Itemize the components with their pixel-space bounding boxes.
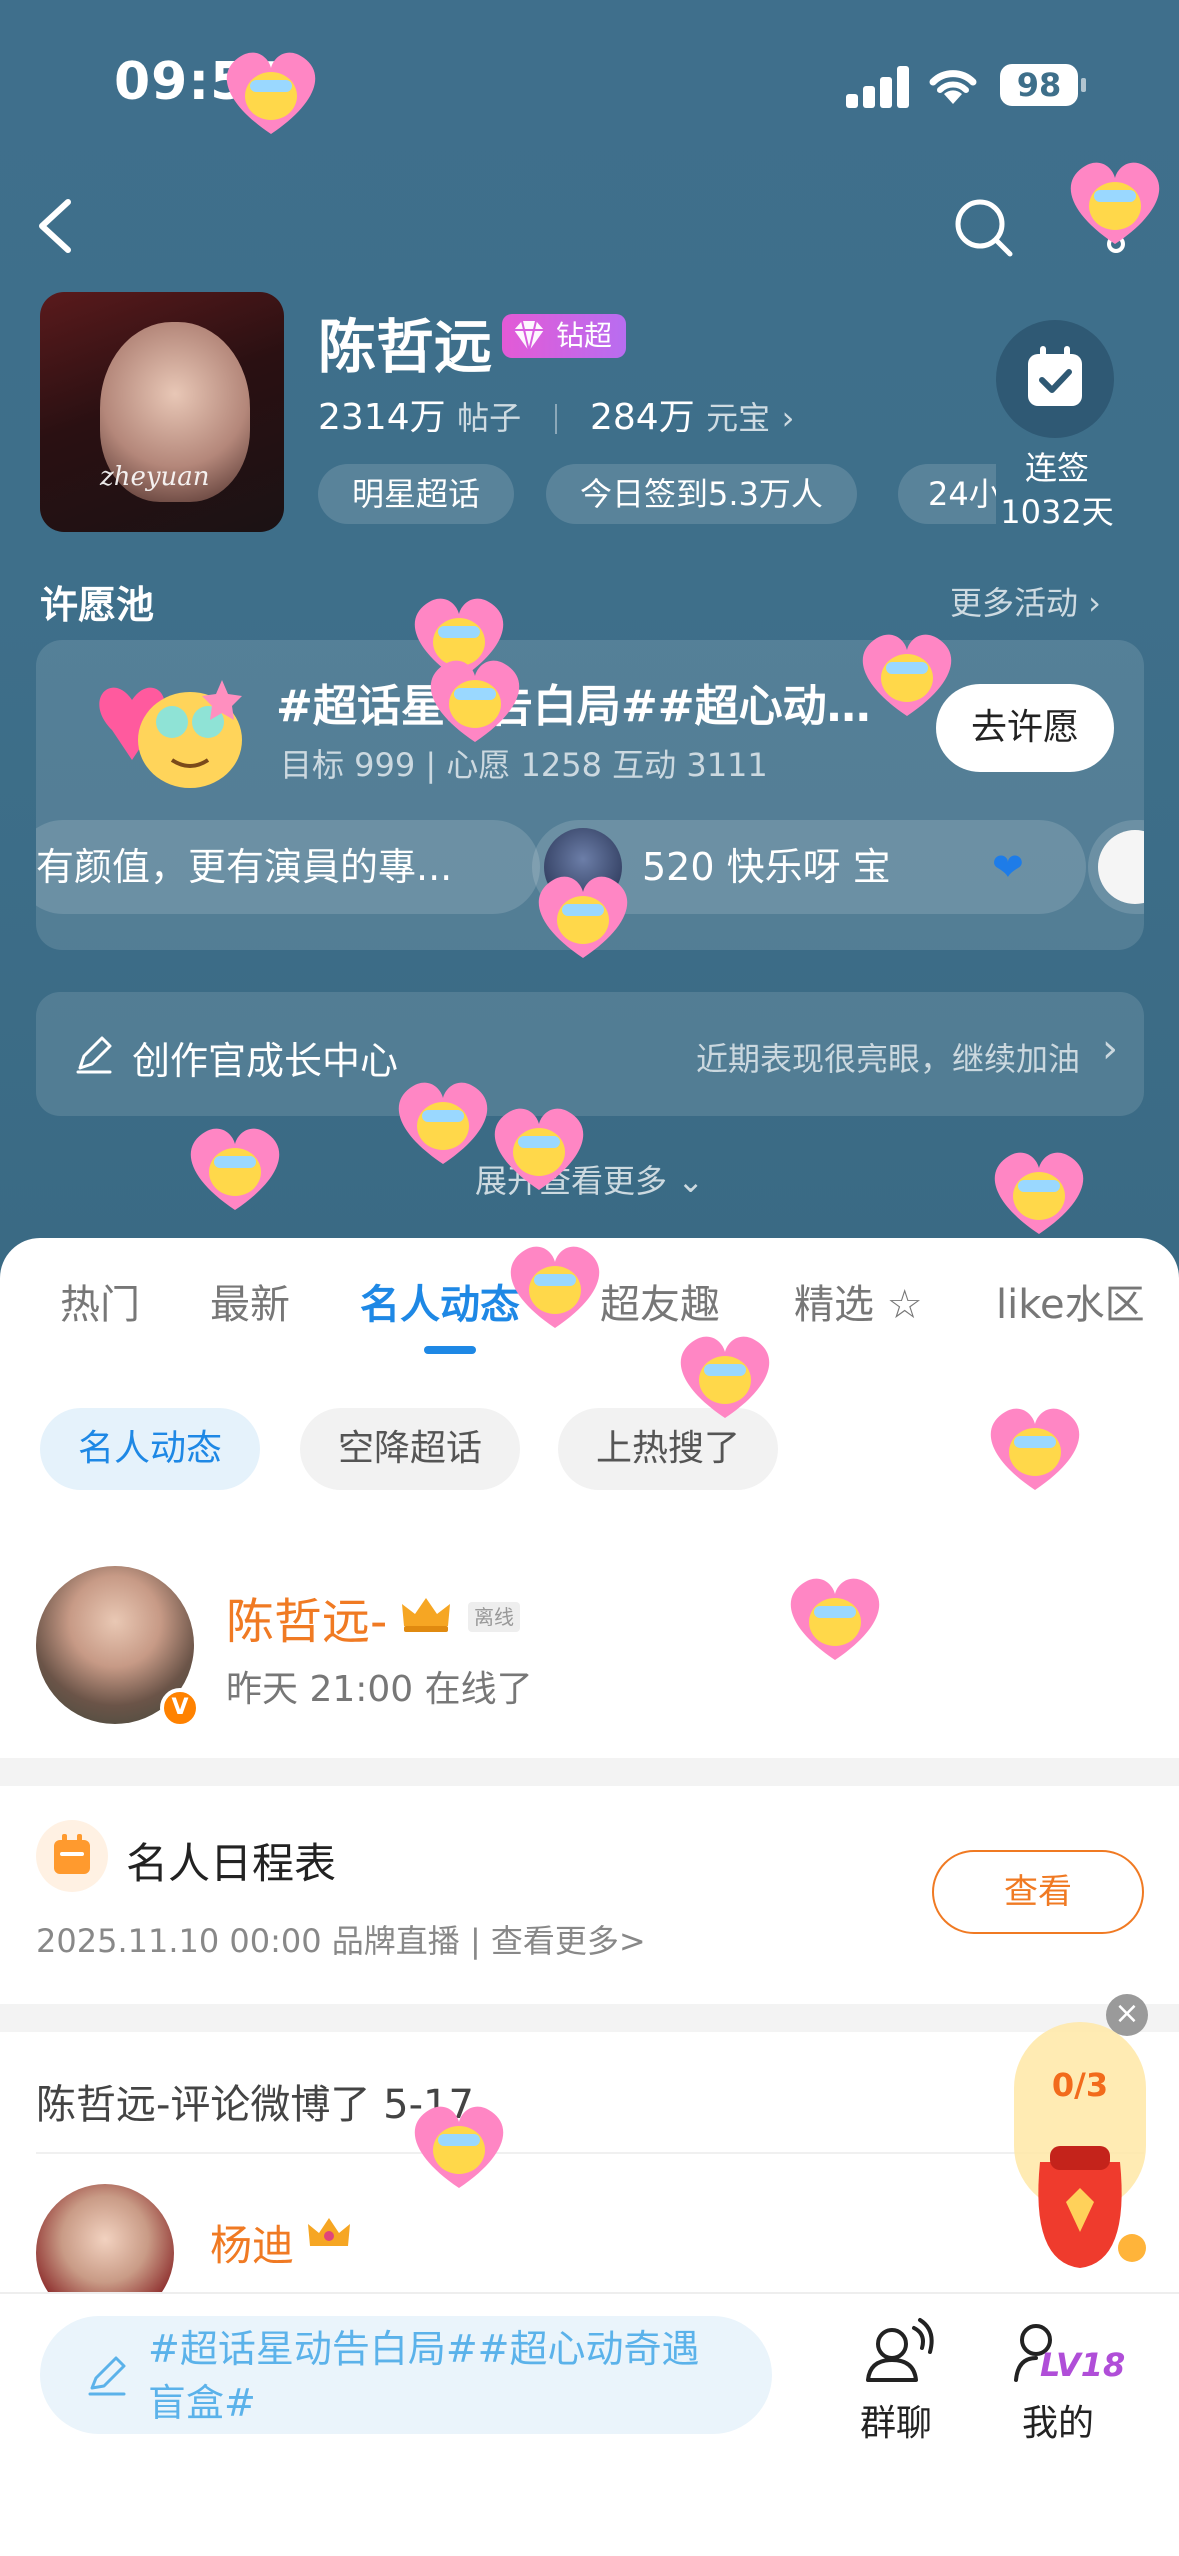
wish-topic-title[interactable]: #超话星动告白局##超心动…	[276, 670, 936, 734]
tab-hot[interactable]: 热门	[60, 1272, 140, 1330]
checkin-button[interactable]	[996, 320, 1114, 438]
calendar-check-icon	[1028, 346, 1082, 406]
wish-bubble-text: 520 快乐呀 宝	[642, 845, 891, 889]
heart-sticker-icon	[226, 52, 316, 134]
growth-center-label: 创作官成长中心	[132, 1039, 399, 1083]
gift-progress: 0/3	[1051, 2066, 1109, 2104]
divider-line	[36, 2152, 1144, 2154]
heart-sticker-icon	[990, 1408, 1080, 1490]
compose-placeholder: #超话星动告白局##超心动奇遇盲盒#	[148, 2327, 700, 2425]
verified-badge: V	[160, 1688, 200, 1728]
wish-bubble[interactable]	[1088, 820, 1144, 914]
comment-user-name[interactable]: 杨迪	[210, 2212, 294, 2273]
heart-sticker-icon	[1070, 162, 1160, 244]
filter-airdrop[interactable]: 空降超话	[300, 1408, 521, 1490]
diamond-badge[interactable]: 钻超	[502, 314, 627, 358]
checkin-label-line1: 连签	[1024, 449, 1089, 487]
heart-sticker-icon	[994, 1152, 1084, 1234]
blue-heart-icon: ❤	[992, 845, 1024, 889]
tab-super-fun[interactable]: 超友趣	[600, 1272, 720, 1330]
tab-selected[interactable]: 精选 ☆	[794, 1272, 923, 1330]
wish-bubble[interactable]: 有颜值，更有演員的專...	[36, 820, 540, 914]
tab-like-water[interactable]: like水区	[996, 1272, 1145, 1330]
compose-icon	[88, 2356, 126, 2396]
heart-sticker-icon	[414, 2106, 504, 2188]
signal-icon	[846, 66, 910, 108]
heart-sticker-icon	[190, 1128, 280, 1210]
tab-latest[interactable]: 最新	[210, 1272, 290, 1330]
chevron-right-icon: ›	[1102, 1026, 1118, 1072]
schedule-icon	[36, 1820, 108, 1892]
lucky-bag-icon[interactable]	[1010, 2022, 1160, 2282]
mine-label[interactable]: 我的	[998, 2394, 1118, 2446]
diamond-badge-label: 钻超	[556, 319, 613, 352]
supertopic-cover[interactable]: zheyuan	[40, 292, 284, 532]
chip-24h[interactable]: 24小	[898, 464, 996, 524]
chevron-right-icon: ›	[781, 399, 795, 437]
heart-sticker-icon	[430, 660, 520, 742]
posts-count: 2314万	[318, 397, 446, 438]
yuanbao-unit[interactable]: 元宝	[706, 399, 770, 437]
offline-badge: 离线	[468, 1602, 520, 1632]
pen-icon	[76, 1036, 112, 1074]
diamond-icon	[514, 320, 544, 352]
group-chat-label[interactable]: 群聊	[836, 2394, 956, 2446]
schedule-title: 名人日程表	[126, 1839, 337, 1888]
search-icon[interactable]	[952, 196, 1016, 260]
supertopic-name: 陈哲远	[318, 313, 493, 381]
wish-bubble-avatar	[1098, 830, 1144, 904]
heart-sticker-icon	[494, 1108, 584, 1190]
tab-selected-label: 精选	[794, 1282, 874, 1328]
checkin-streak: 1032天	[1000, 493, 1114, 531]
make-wish-button[interactable]: 去许愿	[936, 684, 1114, 772]
cover-signature: zheyuan	[100, 462, 210, 492]
chip-checkin-count[interactable]: 今日签到5.3万人	[546, 464, 857, 524]
heart-sticker-icon	[510, 1246, 600, 1328]
mascot-heart-icon	[99, 680, 242, 788]
battery-indicator: 98	[1000, 64, 1086, 106]
celebrity-name[interactable]: 陈哲远-	[226, 1582, 387, 1652]
heart-sticker-icon	[538, 876, 628, 958]
section-divider	[0, 2004, 1179, 2032]
more-activities-link[interactable]: 更多活动 ›	[950, 578, 1101, 624]
heart-sticker-icon	[790, 1578, 880, 1660]
back-icon[interactable]	[34, 196, 74, 256]
compose-input[interactable]: #超话星动告白局##超心动奇遇盲盒#	[40, 2316, 772, 2434]
group-chat-icon[interactable]	[856, 2314, 938, 2396]
checkin-label[interactable]: 连签 1032天	[996, 446, 1118, 534]
online-time: 昨天 21:00 在线了	[226, 1669, 533, 1710]
heart-sticker-icon	[862, 634, 952, 716]
view-schedule-button[interactable]: 查看	[932, 1850, 1144, 1934]
wifi-icon	[929, 70, 977, 104]
crown-icon	[308, 2218, 350, 2246]
chevron-down-icon: ⌄	[677, 1162, 704, 1200]
filter-celebrity-updates[interactable]: 名人动态	[40, 1408, 261, 1490]
supertopic-stats: 2314万 帖子 284万 元宝 ›	[318, 388, 794, 440]
wish-pool-title: 许愿池	[40, 583, 155, 627]
star-outline-icon: ☆	[886, 1282, 923, 1328]
growth-center-hint: 近期表现很亮眼，继续加油	[695, 1040, 1080, 1078]
chip-star-topic[interactable]: 明星超话	[318, 464, 515, 524]
crown-icon	[402, 1598, 450, 1632]
schedule-detail[interactable]: 2025.11.10 00:00 品牌直播 | 查看更多>	[36, 1916, 646, 1962]
yuanbao-count[interactable]: 284万	[590, 397, 695, 438]
section-divider	[0, 1758, 1179, 1786]
posts-unit: 帖子	[457, 399, 522, 437]
level-badge: LV18	[1040, 2346, 1126, 2384]
heart-sticker-icon	[398, 1082, 488, 1164]
heart-sticker-icon	[680, 1336, 770, 1418]
tab-indicator	[424, 1346, 476, 1354]
tab-celebrity-updates[interactable]: 名人动态	[360, 1272, 520, 1330]
growth-center-banner[interactable]: 创作官成长中心 近期表现很亮眼，继续加油 ›	[36, 992, 1144, 1116]
